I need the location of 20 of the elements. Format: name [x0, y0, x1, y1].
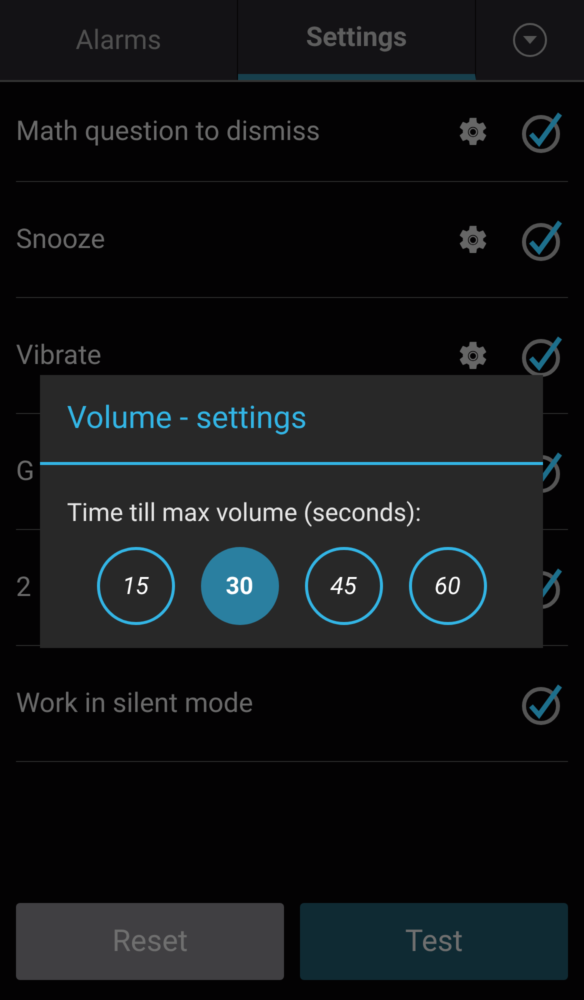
setting-label: 2	[16, 570, 32, 606]
tab[interactable]: Settings	[238, 0, 476, 80]
dialog-prompt: Time till max volume (seconds):	[66, 498, 422, 530]
option-button[interactable]: 15	[96, 546, 174, 624]
test-button[interactable]: Test	[300, 903, 568, 980]
setting-label: Vibrate	[16, 338, 102, 374]
checkbox[interactable]	[520, 334, 564, 378]
setting-label: Math question to dismiss	[16, 114, 320, 150]
dialog-title: Volume - settings	[67, 398, 307, 438]
setting-label: Work in silent mode	[16, 686, 254, 722]
option-button[interactable]: 45	[304, 546, 382, 624]
option-button[interactable]: 60	[408, 546, 486, 624]
checkbox[interactable]	[520, 218, 564, 262]
checkbox[interactable]	[520, 682, 564, 726]
setting-label: G	[16, 454, 34, 490]
tab[interactable]: Alarms	[0, 0, 238, 80]
checkbox[interactable]	[520, 110, 564, 154]
option-button[interactable]: 30	[200, 546, 278, 624]
setting-label: Snooze	[16, 222, 106, 258]
dropdown-icon	[512, 22, 548, 58]
